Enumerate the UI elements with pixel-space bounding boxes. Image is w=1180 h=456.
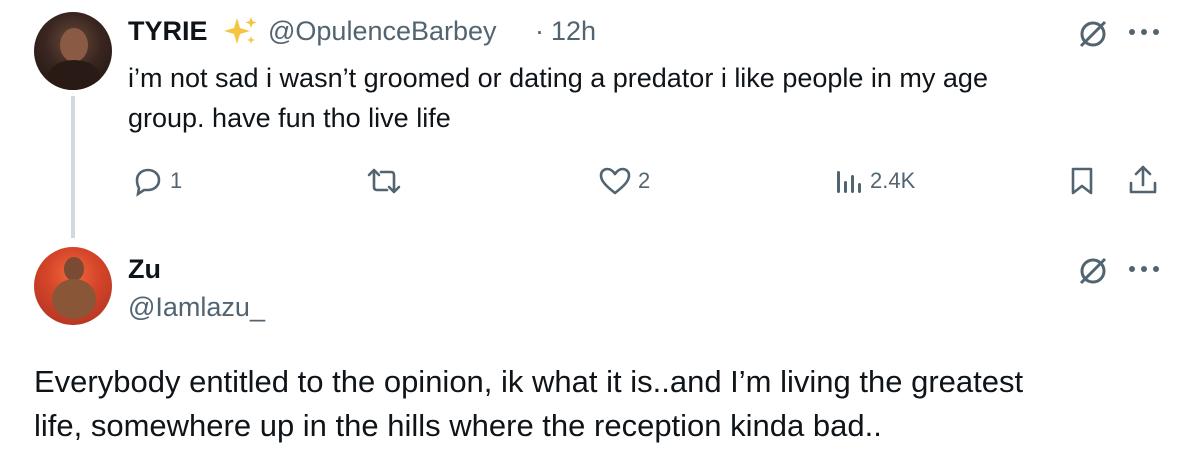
views-icon xyxy=(834,165,864,197)
bookmark-icon[interactable] xyxy=(1068,165,1096,202)
view-count: 2.4K xyxy=(870,168,916,193)
tweet-text-line-1: Everybody entitled to the opinion, ik wh… xyxy=(34,364,1024,399)
separator: · xyxy=(535,16,544,46)
grok-icon[interactable] xyxy=(1076,17,1110,56)
share-icon[interactable] xyxy=(1126,163,1160,202)
retweet-icon xyxy=(365,165,403,197)
grok-icon[interactable] xyxy=(1076,254,1110,293)
tweet-text-line-1: i’m not sad i wasn’t groomed or dating a… xyxy=(128,63,988,93)
timestamp[interactable]: 12h xyxy=(551,16,596,47)
heart-icon xyxy=(598,165,632,197)
like-button[interactable]: 2 xyxy=(598,165,650,197)
handle[interactable]: @OpulenceBarbey xyxy=(268,16,497,47)
avatar-tyrie[interactable] xyxy=(34,12,112,90)
tweet-text-line-2: life, somewhere up in the hills where th… xyxy=(34,408,882,443)
sparkles-icon xyxy=(223,14,259,55)
reply-button[interactable]: 1 xyxy=(132,165,182,197)
handle[interactable]: @Iamlazu_ xyxy=(128,292,265,323)
thread-line xyxy=(71,96,75,238)
display-name[interactable]: Zu xyxy=(128,254,161,285)
like-count: 2 xyxy=(638,168,651,193)
views-button[interactable]: 2.4K xyxy=(834,165,915,197)
reply-icon xyxy=(132,165,164,197)
more-icon[interactable] xyxy=(1126,259,1162,284)
display-name[interactable]: TYRIE xyxy=(128,16,208,47)
avatar-zu[interactable] xyxy=(34,247,112,325)
tweet-text-line-2: group. have fun tho live life xyxy=(128,103,451,133)
reply-count: 1 xyxy=(170,168,183,193)
retweet-button[interactable] xyxy=(365,165,409,197)
more-icon[interactable] xyxy=(1126,22,1162,47)
